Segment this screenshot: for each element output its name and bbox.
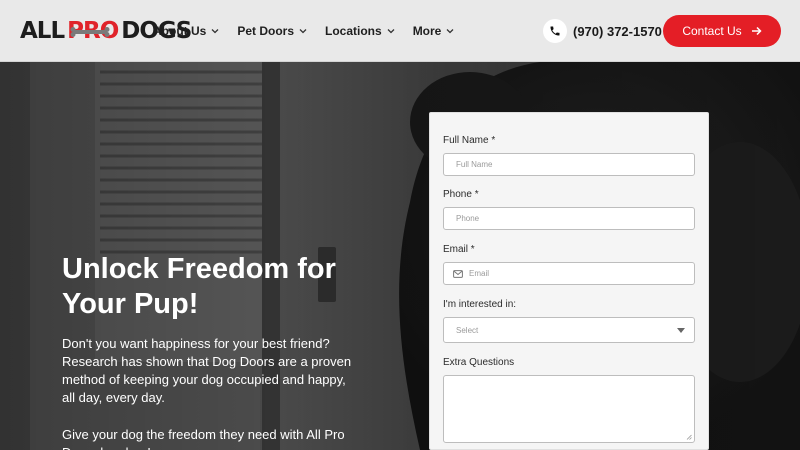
email-placeholder: Email <box>469 269 490 278</box>
contact-form: Full Name * Full Name Phone * Phone Emai… <box>429 112 709 450</box>
caret-down-icon <box>677 328 685 333</box>
chevron-down-icon <box>446 29 454 34</box>
resize-handle-icon[interactable] <box>686 434 692 440</box>
phone-placeholder: Phone <box>456 214 480 223</box>
contact-us-button[interactable]: Contact Us <box>663 15 781 47</box>
interest-label: I'm interested in: <box>443 299 517 310</box>
nav-label: Pet Doors <box>237 24 295 38</box>
hero-paragraph: Don't you want happiness for your best f… <box>62 336 352 405</box>
main-nav: About Us Pet Doors Locations More <box>153 0 472 62</box>
interest-select[interactable]: Select <box>443 317 695 343</box>
bone-icon <box>70 27 110 37</box>
phone-field[interactable]: Phone <box>443 207 695 230</box>
nav-item-more[interactable]: More <box>413 24 455 38</box>
extra-questions-label: Extra Questions <box>443 357 515 368</box>
site-header: ALL PRO DOGS About Us Pet Doors Location… <box>0 0 800 62</box>
full-name-field[interactable]: Full Name <box>443 153 695 176</box>
full-name-placeholder: Full Name <box>456 160 493 169</box>
nav-label: Locations <box>325 24 382 38</box>
phone-link[interactable]: (970) 372-1570 <box>543 19 662 43</box>
phone-icon <box>543 19 567 43</box>
nav-item-pet-doors[interactable]: Pet Doors <box>237 24 307 38</box>
extra-questions-textarea[interactable] <box>443 375 695 443</box>
nav-item-about-us[interactable]: About Us <box>153 24 219 38</box>
hero-paragraph-2: Give your dog the freedom they need with… <box>62 427 345 450</box>
chevron-down-icon <box>299 29 307 34</box>
contact-label: Contact Us <box>682 24 742 38</box>
interest-selected-value: Select <box>456 325 479 335</box>
logo-text-all: ALL <box>20 18 65 44</box>
mail-icon <box>453 269 463 278</box>
full-name-label: Full Name * <box>443 135 496 146</box>
hero-title: Unlock Freedom for Your Pup! <box>62 253 336 320</box>
nav-label: More <box>412 24 442 38</box>
chevron-down-icon <box>211 29 219 34</box>
chevron-down-icon <box>387 29 395 34</box>
arrow-right-icon <box>751 26 762 36</box>
phone-label: Phone * <box>443 189 479 200</box>
nav-item-locations[interactable]: Locations <box>325 24 395 38</box>
email-label: Email * <box>443 244 475 255</box>
phone-number: (970) 372-1570 <box>573 23 662 39</box>
logo-text-pro: PRO <box>67 18 119 44</box>
email-field[interactable]: Email <box>443 262 695 285</box>
nav-label: About Us <box>153 24 207 38</box>
